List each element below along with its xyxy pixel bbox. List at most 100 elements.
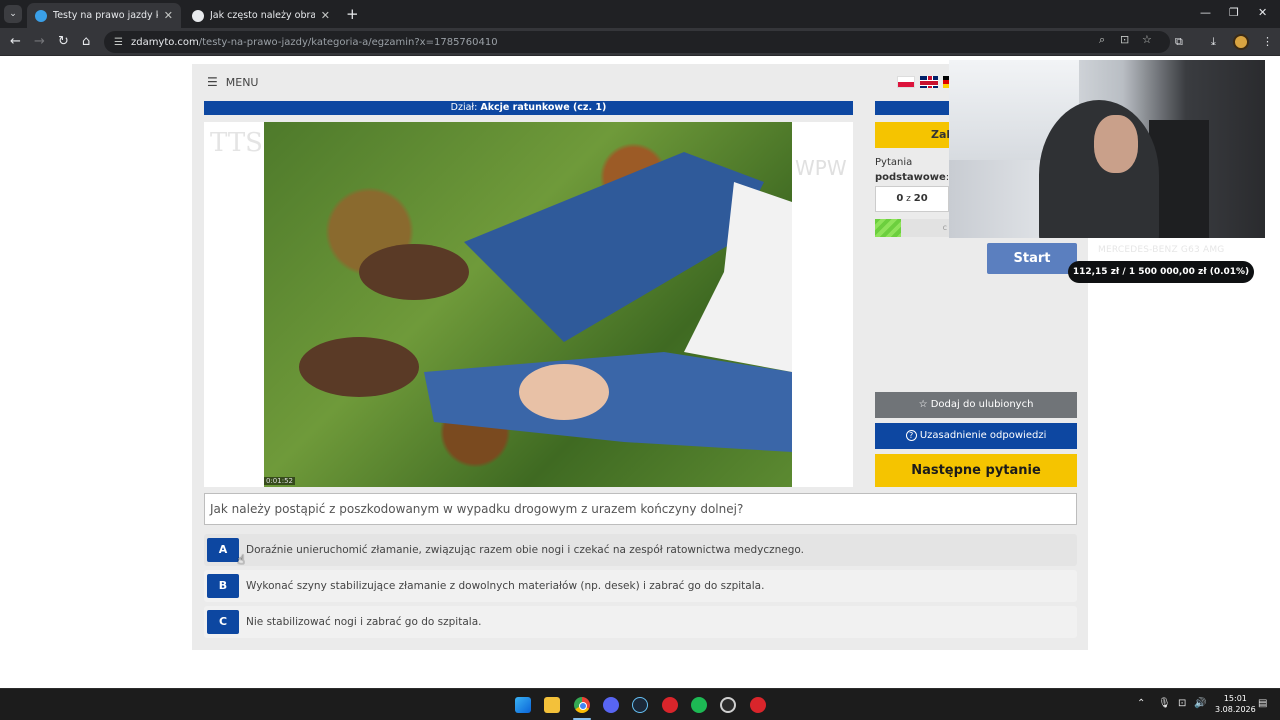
site-info-icon[interactable]: ☰ <box>114 37 123 48</box>
chevron-down-icon: ⌄ <box>9 9 17 19</box>
url-host: zdamyto.com <box>130 36 199 48</box>
explanation-button[interactable]: ? Uzasadnienie odpowiedzi <box>875 423 1077 449</box>
questions-label: Pytania podstawowe: <box>875 155 949 185</box>
clock-time: 15:01 <box>1223 694 1247 703</box>
forward-icon[interactable]: → <box>34 34 45 49</box>
zoom-icon[interactable]: ⌕ <box>1099 33 1105 47</box>
browser-toolbar: ← → ↻ ⌂ ☰ zdamyto.com/testy-na-prawo-jaz… <box>0 28 1280 56</box>
watermark-left: TTS <box>210 128 263 158</box>
tab-obracac[interactable]: Jak często należy obracać pozio ✕ <box>184 3 338 28</box>
watermark-right: WPW <box>795 156 847 180</box>
start-button[interactable]: Start <box>987 243 1077 274</box>
finish-exam-button[interactable]: Zak <box>875 122 949 148</box>
home-icon[interactable]: ⌂ <box>82 34 90 49</box>
restore-icon[interactable]: ❐ <box>1229 6 1239 19</box>
next-question-button[interactable]: Następne pytanie <box>875 454 1077 487</box>
system-clock[interactable]: 15:01 3.08.2026 <box>1215 693 1256 715</box>
webcam-overlay <box>949 60 1265 238</box>
shoe-lower <box>299 337 419 397</box>
reload-icon[interactable]: ↻ <box>58 34 69 49</box>
flag-gb-icon[interactable] <box>920 76 938 88</box>
hand <box>519 364 609 420</box>
section-name: Akcje ratunkowe (cz. 1) <box>480 102 607 113</box>
section-prefix: Dział: <box>450 102 481 113</box>
section-header: Dział: Akcje ratunkowe (cz. 1) <box>204 101 853 115</box>
url-path: /testy-na-prawo-jazdy/kategoria-a/egzami… <box>198 36 498 48</box>
extensions-icon[interactable]: ⧉ <box>1175 35 1183 49</box>
answer-a[interactable]: A Doraźnie unieruchomić złamanie, związu… <box>204 534 1077 566</box>
webcam-person <box>1039 100 1159 238</box>
close-tab-icon[interactable]: ✕ <box>164 9 173 22</box>
notifications-icon[interactable]: ▤ <box>1258 698 1267 709</box>
question-text: Jak należy postąpić z poszkodowanym w wy… <box>204 493 1077 525</box>
jeans-lower-leg <box>424 352 792 452</box>
add-to-favorites-button[interactable]: ☆ Dodaj do ulubionych <box>875 392 1077 418</box>
answer-letter: C <box>207 610 239 634</box>
tab-title: Testy na prawo jazdy kategoria <box>53 10 158 21</box>
address-bar[interactable]: ☰ zdamyto.com/testy-na-prawo-jazdy/kateg… <box>104 31 1170 53</box>
hamburger-icon: ☰ <box>207 75 218 89</box>
answer-letter: B <box>207 574 239 598</box>
recording-app-2-icon[interactable] <box>750 697 766 713</box>
download-icon[interactable]: ⤓ <box>1211 35 1216 49</box>
timer-progress-track: c <box>901 219 949 237</box>
timer-progress-text: c <box>942 223 947 232</box>
tab-title: Jak często należy obracać pozio <box>210 10 315 21</box>
question-photo: 0:01:52 <box>264 122 792 487</box>
answer-text: Doraźnie unieruchomić złamanie, związują… <box>246 544 805 556</box>
counter-sep: z <box>903 194 914 204</box>
windows-taskbar: ⌃ 🎙 ⊡ 🔊 ▤ <box>0 688 1280 720</box>
explanation-label: Uzasadnienie odpowiedzi <box>919 430 1047 441</box>
tab-prawo-jazdy[interactable]: Testy na prawo jazdy kategoria ✕ <box>27 3 181 28</box>
recording-app-icon[interactable] <box>662 697 678 713</box>
microphone-icon[interactable]: 🎙 <box>1158 698 1171 709</box>
counter-total: 20 <box>913 193 928 204</box>
chrome-icon[interactable] <box>574 697 590 713</box>
close-tab-icon[interactable]: ✕ <box>321 9 330 22</box>
new-tab-icon[interactable]: + <box>346 5 359 23</box>
answer-text: Wykonać szyny stabilizujące złamanie z d… <box>246 580 765 592</box>
flag-pl-icon[interactable] <box>897 76 915 88</box>
close-window-icon[interactable]: ✕ <box>1258 6 1267 19</box>
profile-avatar[interactable] <box>1233 34 1249 50</box>
tab-search-button[interactable]: ⌄ <box>4 5 22 23</box>
questions-label-line1: Pytania <box>875 157 913 168</box>
stream-goal-title: MERCEDES-BENZ G63 AMG <box>1098 245 1225 255</box>
menu-toggle[interactable]: ☰ MENU <box>207 75 259 89</box>
stream-donation-goal: 112,15 zł / 1 500 000,00 zł (0.01%) <box>1068 261 1254 283</box>
tray-overflow-icon[interactable]: ⌃ <box>1137 698 1145 709</box>
network-icon[interactable]: ⊡ <box>1178 698 1186 709</box>
add-to-favorites-label: Dodaj do ulubionych <box>930 399 1034 410</box>
answer-letter: A <box>207 538 239 562</box>
answer-text: Nie stabilizować nogi i zabrać go do szp… <box>246 616 482 628</box>
more-menu-icon[interactable]: ⋮ <box>1262 35 1273 48</box>
clock-date: 3.08.2026 <box>1215 705 1256 714</box>
google-favicon-icon <box>192 9 204 22</box>
minimize-icon[interactable]: — <box>1200 6 1211 19</box>
volume-icon[interactable]: 🔊 <box>1194 698 1206 709</box>
webcam-face <box>1094 115 1138 173</box>
discord-icon[interactable] <box>603 697 619 713</box>
timer-progress-fill <box>875 219 901 237</box>
answer-c[interactable]: C Nie stabilizować nogi i zabrać go do s… <box>204 606 1077 638</box>
site-favicon-icon <box>35 9 47 22</box>
bookmark-star-icon[interactable]: ☆ <box>1142 33 1152 46</box>
steam-icon[interactable] <box>632 697 648 713</box>
start-menu-icon[interactable] <box>515 697 531 713</box>
browser-tab-bar: ⌄ Testy na prawo jazdy kategoria ✕ Jak c… <box>0 0 1280 28</box>
install-app-icon[interactable]: ⊡ <box>1120 33 1129 46</box>
app-gear-icon[interactable] <box>720 697 736 713</box>
injured-person-illustration <box>299 152 792 452</box>
shoe-upper <box>359 244 469 300</box>
answer-b[interactable]: B Wykonać szyny stabilizujące złamanie z… <box>204 570 1077 602</box>
menu-label: MENU <box>225 75 259 89</box>
video-timecode: 0:01:52 <box>264 477 295 485</box>
mouse-pointer-icon: ☝ <box>237 553 245 568</box>
star-icon: ☆ <box>918 399 928 410</box>
file-explorer-icon[interactable] <box>544 697 560 713</box>
back-icon[interactable]: ← <box>10 34 21 49</box>
question-counter: 0 z 20 <box>875 186 949 212</box>
spotify-icon[interactable] <box>691 697 707 713</box>
question-circle-icon: ? <box>905 430 917 441</box>
right-header-bar <box>875 101 949 115</box>
